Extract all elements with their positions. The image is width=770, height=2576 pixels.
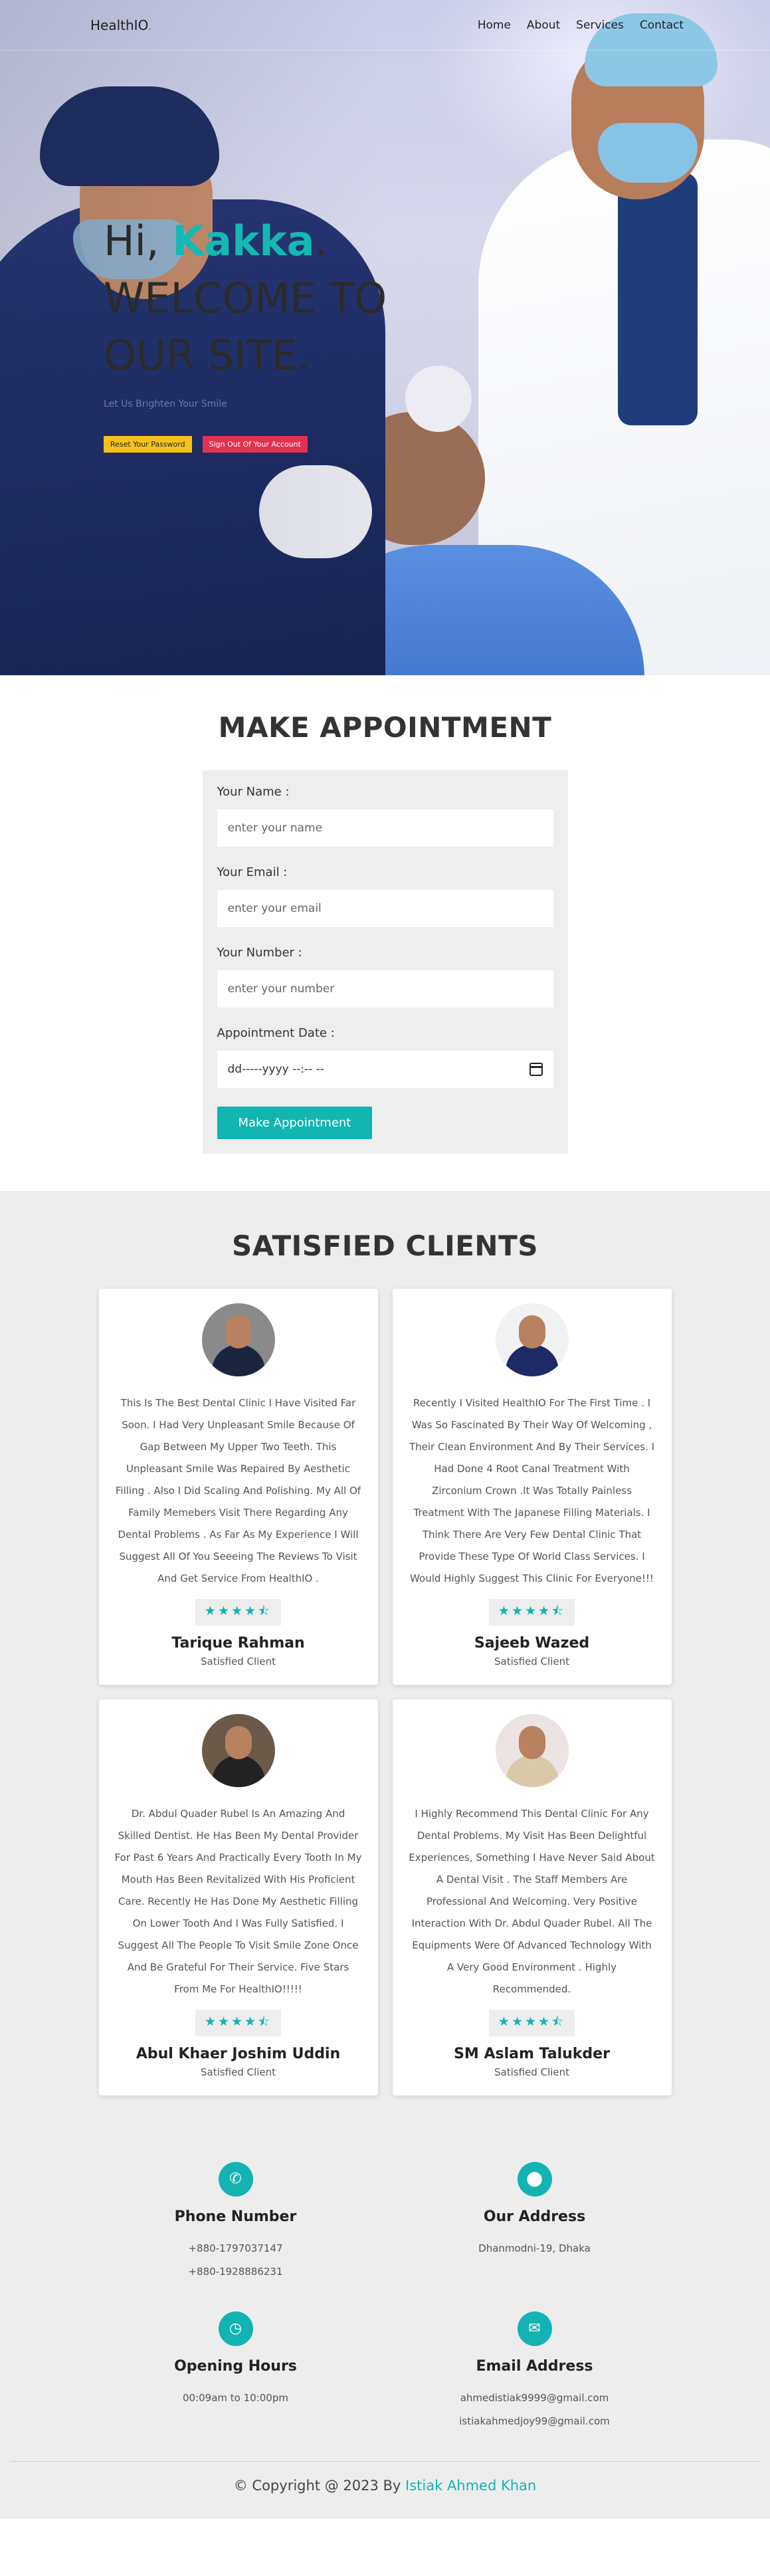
hours-title: Opening Hours — [174, 2358, 297, 2375]
contact-hours: ◷ Opening Hours 00:09am to 10:00pm — [86, 2311, 385, 2433]
clients-section: SATISFIED CLIENTS This Is The Best Denta… — [0, 1191, 770, 2135]
footer: © Copyright @ 2023 By Istiak Ahmed Khan — [0, 2462, 770, 2519]
author-link[interactable]: Istiak Ahmed Khan — [405, 2478, 536, 2494]
client-name: SM Aslam Talukder — [454, 2046, 610, 2062]
appointment-form: Your Name : Your Email : Your Number : A… — [202, 770, 568, 1154]
phone-number-1: +880-1797037147 — [188, 2242, 283, 2254]
client-card: This Is The Best Dental Clinic I Have Vi… — [98, 1289, 378, 1685]
email-address-2[interactable]: istiakahmedjoy99@gmail.com — [385, 2410, 684, 2433]
email-title: Email Address — [476, 2358, 593, 2375]
hero-greeting: Hi, — [104, 217, 173, 265]
avatar-detail — [225, 1315, 252, 1348]
make-appointment-button[interactable]: Make Appointment — [217, 1107, 373, 1139]
number-input[interactable] — [217, 970, 553, 1008]
hero-welcome-line: WELCOME TO — [104, 274, 387, 322]
nav-about-link[interactable]: About — [527, 19, 560, 32]
address-text: Dhanmodni-19, Dhaka — [478, 2242, 591, 2254]
client-review: Recently I Visited HealthIO For The Firs… — [409, 1397, 655, 1584]
brand-dot: . — [147, 17, 152, 33]
client-avatar — [201, 1303, 275, 1376]
hero-user-name: Kakka — [172, 217, 315, 265]
hero-greeting-end: . — [314, 217, 328, 265]
email-address-1[interactable]: ahmedistiak9999@gmail.com — [385, 2387, 684, 2410]
brand-name: HealthIO — [90, 17, 148, 33]
clients-title: SATISFIED CLIENTS — [232, 1230, 538, 1262]
hero-text: Hi, Kakka. WELCOME TO OUR SITE. Let Us B… — [104, 213, 387, 453]
client-review: Dr. Abdul Quader Rubel Is An Amazing And… — [114, 1808, 362, 1995]
star-rating: ★★★★⯪ — [488, 1599, 575, 1626]
contact-phone: ✆ Phone Number +880-1797037147 +880-1928… — [86, 2162, 385, 2284]
name-label: Your Name : — [217, 785, 290, 799]
hero-site-line: OUR SITE. — [104, 331, 311, 379]
client-avatar — [495, 1714, 569, 1787]
phone-number-2: +880-1928886231 — [188, 2266, 283, 2278]
hero-buttons: Reset Your Password Sign Out Of Your Acc… — [104, 436, 387, 453]
clock-icon: ◷ — [218, 2311, 253, 2346]
appointment-title: MAKE APPOINTMENT — [218, 711, 552, 744]
appointment-section: MAKE APPOINTMENT Your Name : Your Email … — [0, 675, 770, 1191]
hero-section: HealthIO. Home About Services Contact Hi… — [0, 0, 770, 675]
client-name: Abul Khaer Joshim Uddin — [136, 2046, 341, 2062]
client-review: This Is The Best Dental Clinic I Have Vi… — [115, 1397, 361, 1584]
location-pin-icon: ⬤ — [517, 2162, 552, 2197]
navbar: HealthIO. Home About Services Contact — [0, 0, 770, 51]
avatar-detail — [505, 1344, 559, 1376]
contact-email: ✉ Email Address ahmedistiak9999@gmail.co… — [385, 2311, 684, 2433]
nav-services-link[interactable]: Services — [576, 19, 624, 32]
client-card: Dr. Abdul Quader Rubel Is An Amazing And… — [98, 1699, 378, 2095]
email-input[interactable] — [217, 890, 553, 927]
nav-home-link[interactable]: Home — [478, 19, 511, 32]
client-review: I Highly Recommend This Dental Clinic Fo… — [409, 1808, 655, 1995]
date-input[interactable]: dd-----yyyy --:-- -- — [217, 1051, 553, 1088]
avatar-detail — [518, 1726, 545, 1759]
star-rating: ★★★★⯪ — [195, 1599, 282, 1626]
client-name: Tarique Rahman — [171, 1635, 305, 1652]
contact-grid: ✆ Phone Number +880-1797037147 +880-1928… — [86, 2162, 684, 2433]
email-label: Your Email : — [217, 865, 288, 879]
avatar-detail — [518, 1315, 545, 1348]
client-role: Satisfied Client — [494, 2066, 569, 2078]
hours-text: 00:09am to 10:00pm — [183, 2392, 288, 2404]
address-title: Our Address — [483, 2208, 586, 2225]
client-cards: This Is The Best Dental Clinic I Have Vi… — [98, 1289, 672, 2095]
avatar-detail — [211, 1344, 265, 1376]
star-rating: ★★★★⯪ — [195, 2010, 282, 2036]
client-role: Satisfied Client — [494, 1656, 569, 1667]
avatar-detail — [211, 1755, 265, 1787]
brand-logo[interactable]: HealthIO. — [90, 17, 152, 33]
avatar-detail — [505, 1755, 559, 1787]
phone-title: Phone Number — [174, 2208, 297, 2225]
reset-password-button[interactable]: Reset Your Password — [104, 436, 192, 453]
client-card: Recently I Visited HealthIO For The Firs… — [392, 1289, 672, 1685]
star-rating: ★★★★⯪ — [488, 2010, 575, 2036]
contact-address: ⬤ Our Address Dhanmodni-19, Dhaka — [385, 2162, 684, 2284]
hero-title: Hi, Kakka. WELCOME TO OUR SITE. — [104, 213, 387, 384]
date-label: Appointment Date : — [217, 1026, 335, 1040]
calendar-icon[interactable] — [529, 1063, 543, 1076]
copyright-text: © Copyright @ 2023 By — [233, 2478, 406, 2494]
envelope-icon: ✉ — [517, 2311, 552, 2346]
number-label: Your Number : — [217, 946, 302, 960]
hero-subtitle: Let Us Brighten Your Smile — [104, 399, 227, 409]
contact-section: ✆ Phone Number +880-1797037147 +880-1928… — [0, 2135, 770, 2519]
nav-contact-link[interactable]: Contact — [640, 19, 684, 32]
phone-icon: ✆ — [218, 2162, 253, 2197]
nav-links: Home About Services Contact — [478, 19, 684, 32]
client-card: I Highly Recommend This Dental Clinic Fo… — [392, 1699, 672, 2095]
date-input-value: dd-----yyyy --:-- -- — [227, 1063, 325, 1076]
sign-out-button[interactable]: Sign Out Of Your Account — [202, 436, 308, 453]
client-avatar — [201, 1714, 275, 1787]
client-role: Satisfied Client — [201, 2066, 276, 2078]
client-name: Sajeeb Wazed — [474, 1635, 590, 1652]
client-role: Satisfied Client — [201, 1656, 276, 1667]
client-avatar — [495, 1303, 569, 1376]
name-input[interactable] — [217, 809, 553, 847]
avatar-detail — [225, 1726, 252, 1759]
